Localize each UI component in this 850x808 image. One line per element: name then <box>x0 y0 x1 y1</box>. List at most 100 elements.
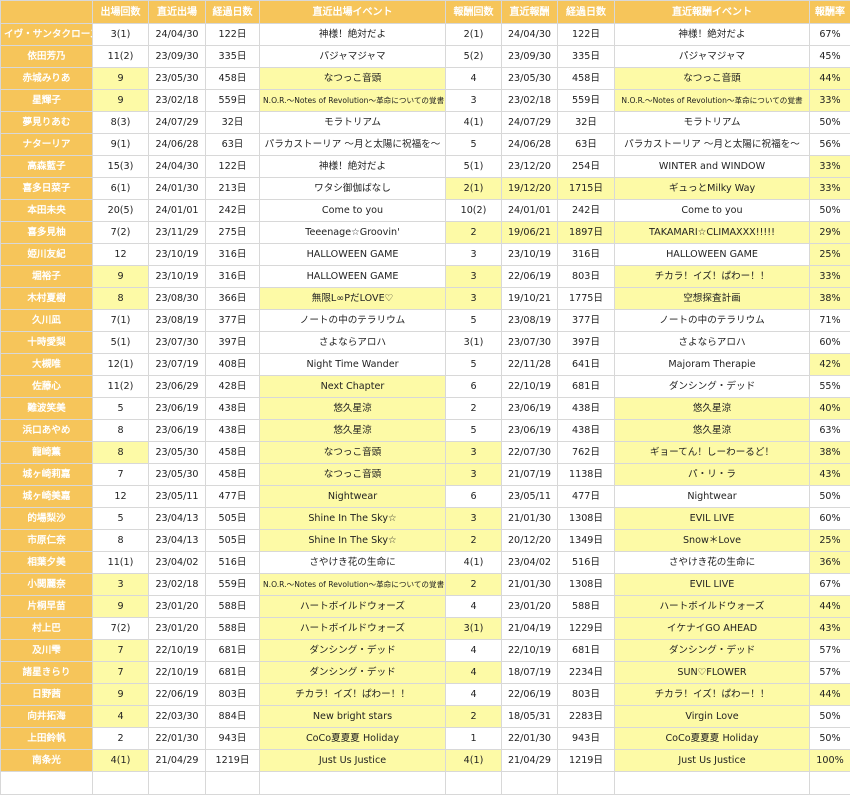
appear-count-cell[interactable]: 9 <box>92 89 149 112</box>
last-reward-event-cell[interactable]: Snow＊Love <box>614 529 810 552</box>
days-since-reward-cell[interactable]: 1775日 <box>557 287 615 310</box>
last-reward-cell[interactable]: 23/06/19 <box>501 419 558 442</box>
last-reward-event-cell[interactable]: さよならアロハ <box>614 331 810 354</box>
reward-count-cell[interactable]: 2 <box>445 397 502 420</box>
days-since-appear-cell[interactable]: 438日 <box>205 419 260 442</box>
last-appear-event-cell[interactable]: ハートボイルドウォーズ <box>259 617 446 640</box>
last-appear-cell[interactable]: 24/04/30 <box>148 155 206 178</box>
idol-name-cell[interactable]: 喜多日菜子 <box>0 177 93 200</box>
days-since-appear-cell[interactable]: 681日 <box>205 639 260 662</box>
appear-count-cell[interactable]: 7 <box>92 463 149 486</box>
last-reward-cell[interactable]: 18/07/19 <box>501 661 558 684</box>
days-since-reward-cell[interactable]: 438日 <box>557 419 615 442</box>
last-reward-cell[interactable]: 22/11/28 <box>501 353 558 376</box>
reward-rate-cell[interactable]: 55% <box>809 375 850 398</box>
last-reward-event-cell[interactable]: 空想探査計画 <box>614 287 810 310</box>
reward-rate-cell[interactable]: 42% <box>809 353 850 376</box>
days-since-reward-cell[interactable]: 1349日 <box>557 529 615 552</box>
last-reward-event-cell[interactable]: 悠久星涼 <box>614 397 810 420</box>
last-appear-cell[interactable]: 24/01/30 <box>148 177 206 200</box>
appear-count-cell[interactable]: 9 <box>92 683 149 706</box>
last-appear-event-cell[interactable]: Nightwear <box>259 485 446 508</box>
appear-count-cell[interactable]: 11(2) <box>92 45 149 68</box>
days-since-reward-cell[interactable]: 458日 <box>557 67 615 90</box>
reward-count-cell[interactable]: 6 <box>445 375 502 398</box>
idol-name-cell[interactable]: 佐藤心 <box>0 375 93 398</box>
empty-cell[interactable] <box>0 771 93 795</box>
idol-name-cell[interactable]: 日野茜 <box>0 683 93 706</box>
reward-rate-cell[interactable]: 36% <box>809 551 850 574</box>
reward-rate-cell[interactable]: 67% <box>809 573 850 596</box>
last-appear-event-cell[interactable]: なつっこ音頭 <box>259 67 446 90</box>
reward-rate-cell[interactable]: 33% <box>809 155 850 178</box>
reward-rate-cell[interactable]: 44% <box>809 67 850 90</box>
appear-count-cell[interactable]: 15(3) <box>92 155 149 178</box>
last-appear-event-cell[interactable]: パラカストーリア ～月と太陽に祝福を～ <box>259 133 446 156</box>
empty-cell[interactable] <box>92 771 149 795</box>
last-appear-cell[interactable]: 24/04/30 <box>148 23 206 46</box>
days-since-reward-cell[interactable]: 641日 <box>557 353 615 376</box>
last-appear-event-cell[interactable]: チカラ！イズ！ぱわー！！ <box>259 683 446 706</box>
days-since-reward-cell[interactable]: 1229日 <box>557 617 615 640</box>
reward-count-cell[interactable]: 3(1) <box>445 617 502 640</box>
last-appear-event-cell[interactable]: なつっこ音頭 <box>259 463 446 486</box>
empty-cell[interactable] <box>501 771 558 795</box>
days-since-reward-cell[interactable]: 1715日 <box>557 177 615 200</box>
last-reward-cell[interactable]: 23/05/11 <box>501 485 558 508</box>
appear-count-cell[interactable]: 7(2) <box>92 617 149 640</box>
last-reward-cell[interactable]: 23/01/20 <box>501 595 558 618</box>
last-appear-cell[interactable]: 23/07/19 <box>148 353 206 376</box>
reward-rate-cell[interactable]: 60% <box>809 507 850 530</box>
days-since-appear-cell[interactable]: 122日 <box>205 23 260 46</box>
idol-name-cell[interactable]: 城ヶ崎美嘉 <box>0 485 93 508</box>
days-since-reward-cell[interactable]: 438日 <box>557 397 615 420</box>
header-last-appear-event[interactable]: 直近出場イベント <box>259 0 446 24</box>
last-appear-event-cell[interactable]: CoCo夏夏夏 Holiday <box>259 727 446 750</box>
idol-name-cell[interactable]: 大槻唯 <box>0 353 93 376</box>
last-reward-event-cell[interactable]: Nightwear <box>614 485 810 508</box>
last-reward-event-cell[interactable]: パラカストーリア ～月と太陽に祝福を～ <box>614 133 810 156</box>
days-since-reward-cell[interactable]: 681日 <box>557 639 615 662</box>
reward-count-cell[interactable]: 3 <box>445 243 502 266</box>
days-since-appear-cell[interactable]: 943日 <box>205 727 260 750</box>
last-appear-event-cell[interactable]: HALLOWEEN GAME <box>259 265 446 288</box>
last-appear-event-cell[interactable]: Shine In The Sky☆ <box>259 507 446 530</box>
empty-cell[interactable] <box>557 771 615 795</box>
appear-count-cell[interactable]: 2 <box>92 727 149 750</box>
appear-count-cell[interactable]: 12(1) <box>92 353 149 376</box>
last-appear-event-cell[interactable]: モラトリアム <box>259 111 446 134</box>
last-appear-cell[interactable]: 23/10/19 <box>148 265 206 288</box>
last-reward-cell[interactable]: 23/10/19 <box>501 243 558 266</box>
last-reward-cell[interactable]: 24/01/01 <box>501 199 558 222</box>
last-appear-event-cell[interactable]: Just Us Justice <box>259 749 446 772</box>
last-reward-event-cell[interactable]: Come to you <box>614 199 810 222</box>
last-appear-cell[interactable]: 23/04/13 <box>148 529 206 552</box>
reward-rate-cell[interactable]: 50% <box>809 485 850 508</box>
reward-count-cell[interactable]: 2 <box>445 573 502 596</box>
header-days-since-appear[interactable]: 経過日数 <box>205 0 260 24</box>
appear-count-cell[interactable]: 5 <box>92 397 149 420</box>
days-since-reward-cell[interactable]: 32日 <box>557 111 615 134</box>
last-reward-event-cell[interactable]: CoCo夏夏夏 Holiday <box>614 727 810 750</box>
last-appear-event-cell[interactable]: なつっこ音頭 <box>259 441 446 464</box>
appear-count-cell[interactable]: 9 <box>92 67 149 90</box>
reward-count-cell[interactable]: 10(2) <box>445 199 502 222</box>
last-reward-cell[interactable]: 22/10/19 <box>501 639 558 662</box>
days-since-appear-cell[interactable]: 588日 <box>205 617 260 640</box>
last-appear-event-cell[interactable]: Night Time Wander <box>259 353 446 376</box>
last-reward-cell[interactable]: 22/06/19 <box>501 683 558 706</box>
last-reward-cell[interactable]: 23/09/30 <box>501 45 558 68</box>
last-appear-cell[interactable]: 23/09/30 <box>148 45 206 68</box>
last-reward-cell[interactable]: 21/04/19 <box>501 617 558 640</box>
last-reward-cell[interactable]: 19/06/21 <box>501 221 558 244</box>
days-since-appear-cell[interactable]: 377日 <box>205 309 260 332</box>
days-since-appear-cell[interactable]: 1219日 <box>205 749 260 772</box>
reward-rate-cell[interactable]: 40% <box>809 397 850 420</box>
header-last-reward[interactable]: 直近報酬 <box>501 0 558 24</box>
idol-name-cell[interactable]: 本田未央 <box>0 199 93 222</box>
days-since-reward-cell[interactable]: 377日 <box>557 309 615 332</box>
days-since-appear-cell[interactable]: 681日 <box>205 661 260 684</box>
last-reward-cell[interactable]: 23/08/19 <box>501 309 558 332</box>
days-since-reward-cell[interactable]: 1219日 <box>557 749 615 772</box>
days-since-reward-cell[interactable]: 559日 <box>557 89 615 112</box>
